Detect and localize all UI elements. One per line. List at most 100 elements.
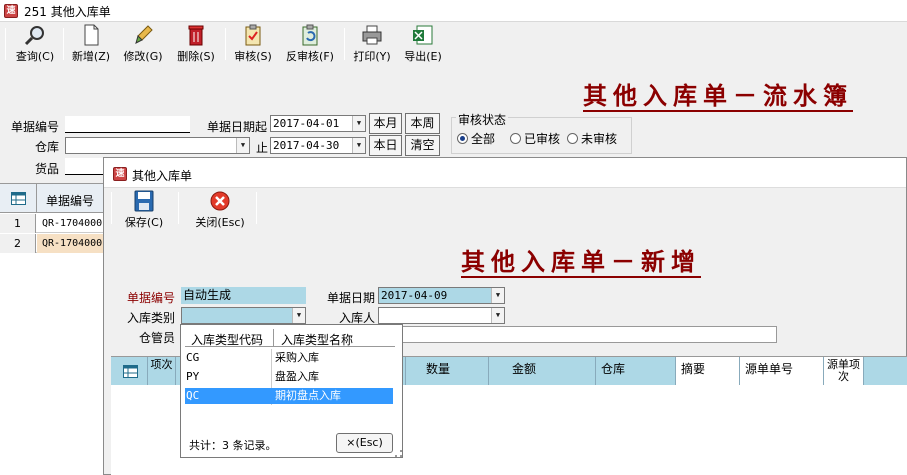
list-item[interactable]: CG 采购入库 [185,350,393,366]
list-item-selected[interactable]: QC 期初盘点入库 [185,388,393,404]
col-divider [273,329,274,347]
table-row[interactable]: 2 QR-1704000 [0,234,104,253]
warehouse-combo[interactable]: ▼ [65,137,250,154]
excel-export-icon [413,25,433,45]
dialog-heading: 其他入库单－新增 [461,247,701,276]
warehouse-label: 仓库 [35,140,60,154]
dialog-app-icon: 速 [113,167,127,181]
col-amount: 金额 [506,357,596,385]
clipboard-undo-icon [302,24,318,46]
clear-button[interactable]: 清空 [405,135,440,156]
list-item[interactable]: PY 盘盈入库 [185,369,393,385]
radio-icon [567,133,578,144]
chevron-down-icon[interactable]: ▼ [236,138,249,153]
goods-label: 货品 [35,162,60,176]
delete-button[interactable]: 删除(S) [173,24,219,64]
this-month-button[interactable]: 本月 [369,113,402,134]
popup-header: 入库类型代码 入库类型名称 [185,329,395,347]
export-button[interactable]: 导出(E) [400,24,446,64]
popup-col-name: 入库类型名称 [281,333,354,347]
chevron-down-icon[interactable]: ▼ [491,308,504,323]
toolbar-separator [5,28,6,60]
chevron-down-icon[interactable]: ▼ [491,288,504,303]
dialog-titlebar: 速 其他入库单 [104,158,906,188]
date-from-picker[interactable]: 2017-04-01 ▼ [270,115,366,132]
new-document-icon [84,24,99,46]
radio-selected-icon [457,133,468,144]
query-button[interactable]: 查询(C) [12,24,58,64]
chevron-down-icon[interactable]: ▼ [292,308,305,323]
toolbar-separator [225,28,226,60]
col-summary: 摘要 [676,357,740,385]
audit-label: 审核(S) [234,50,272,63]
ledger-grid: 单据编号 1 QR-1704000 2 QR-1704000 [0,183,104,475]
audit-radio-all[interactable]: 全部 [457,130,495,147]
radio-icon [510,133,521,144]
resize-grip-icon[interactable] [395,450,402,457]
item-name: 盘盈入库 [275,370,319,383]
app-icon: 速 [4,4,18,18]
toolbar-separator [63,28,64,60]
edit-button[interactable]: 修改(G) [120,24,166,64]
dialog-doc-no-label: 单据编号 [127,291,176,305]
dialog-keeper-label: 仓管员 [139,331,176,345]
item-code: CG [186,351,200,364]
row-doc-no: QR-1704000 [37,234,104,253]
print-button[interactable]: 打印(Y) [349,24,395,64]
item-code: PY [186,370,200,383]
table-row[interactable]: 1 QR-1704000 [0,214,104,233]
doc-no-input[interactable] [65,116,190,133]
clipboard-check-icon [245,24,261,46]
dialog-doc-date-value: 2017-04-09 [381,289,448,302]
ledger-title: 其他入库单－流水簿 [583,81,853,110]
col-source-line: 源单项次 [824,357,864,385]
goods-input[interactable] [65,158,105,175]
audit-radio-audited[interactable]: 已审核 [510,130,560,147]
close-button[interactable]: 关闭(Esc) [188,190,252,230]
window-title: 251 其他入库单 [24,5,111,19]
main-toolbar: 查询(C) 新增(Z) 修改(G) 删除(S) 审核(S) 反审核(F) 打印(… [0,22,907,66]
new-button[interactable]: 新增(Z) [68,24,114,64]
popup-col-code: 入库类型代码 [191,333,264,347]
dialog-doc-date-picker[interactable]: 2017-04-09 ▼ [378,287,505,304]
print-label: 打印(Y) [353,50,391,63]
trash-icon [188,25,204,46]
audit-button[interactable]: 审核(S) [230,24,276,64]
row-doc-no: QR-1704000 [42,218,103,229]
date-from-value: 2017-04-01 [273,117,340,130]
printer-icon [362,25,382,45]
date-to-picker[interactable]: 2017-04-30 ▼ [270,137,366,154]
chevron-down-icon[interactable]: ▼ [352,138,365,153]
edit-label: 修改(G) [123,50,163,63]
col-warehouse: 仓库 [596,357,676,385]
dialog-title: 其他入库单 [132,169,193,183]
dialog-type-combo[interactable]: ▼ [181,307,306,324]
date-from-label: 单据日期起 [207,120,268,134]
popup-close-button[interactable]: ×(Esc) [336,433,393,453]
save-button[interactable]: 保存(C) [121,190,167,230]
dialog-person-combo[interactable]: ▼ [378,307,505,324]
row-number: 1 [0,214,36,233]
dialog-type-label: 入库类别 [127,311,176,325]
dialog-doc-no-field[interactable]: 自动生成 [181,287,306,304]
toolbar-separator [344,28,345,60]
save-label: 保存(C) [124,216,164,229]
grid-settings-icon[interactable] [11,192,26,205]
close-label: 关闭(Esc) [195,216,245,229]
today-button[interactable]: 本日 [369,135,402,156]
close-circle-icon [210,191,230,211]
edit-brush-icon [135,25,153,44]
toolbar-separator [256,192,257,224]
col-divider [36,184,37,213]
audit-radio-unaudited[interactable]: 未审核 [567,130,617,147]
unaudit-button[interactable]: 反审核(F) [282,24,338,64]
item-code: QC [186,389,200,402]
ledger-grid-header: 单据编号 [0,184,104,213]
toolbar-separator [178,192,179,224]
magnifier-icon [24,26,44,46]
dialog-remark-input[interactable] [401,326,777,343]
audit-option-label: 已审核 [524,132,561,146]
this-week-button[interactable]: 本周 [405,113,440,134]
chevron-down-icon[interactable]: ▼ [352,116,365,131]
item-name: 采购入库 [275,351,319,364]
